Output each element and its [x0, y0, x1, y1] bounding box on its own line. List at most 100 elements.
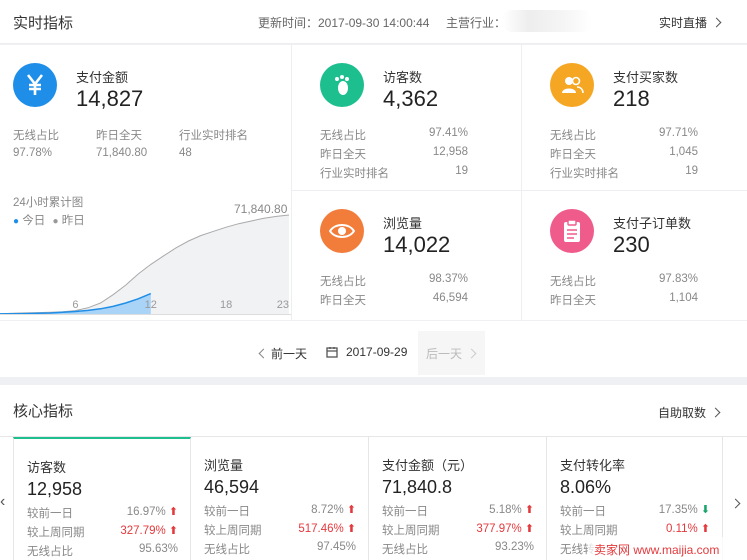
- row-label: 无线占比: [204, 544, 250, 556]
- stat-label: 昨日全天: [320, 295, 366, 307]
- row-value: 327.79%: [120, 525, 166, 537]
- stat-value: 1,104: [669, 292, 698, 304]
- core-card-value: 46,594: [204, 477, 260, 497]
- divider: [292, 190, 747, 191]
- row-value: 0.11%: [666, 523, 698, 535]
- core-card-name: 访客数: [27, 460, 67, 475]
- x-tick-label: 6: [72, 299, 78, 311]
- suborders-label: 支付子订单数: [613, 216, 692, 231]
- pay-amount-value: 14,827: [76, 86, 144, 111]
- chevron-left-icon: [258, 348, 269, 359]
- page-title: 实时指标: [13, 15, 74, 32]
- core-card-row: 较前一日 17.35% ⬇: [560, 503, 710, 519]
- stat-row: 昨日全天 1,104: [550, 292, 698, 311]
- core-card-row: 无线占比 97.45%: [204, 541, 356, 557]
- stat-label: 昨日全天: [550, 149, 596, 161]
- stat-row: 无线占比 98.37%: [320, 273, 468, 292]
- core-card-row: 较上周同期 327.79% ⬆: [27, 524, 178, 540]
- x-tick-label: 18: [220, 299, 232, 311]
- realtime-header: 实时指标 更新时间：2017-09-30 14:00:44 主营行业： 实时直播: [0, 0, 747, 44]
- stat-value: 46,594: [432, 292, 468, 304]
- stat-label: 行业实时排名: [320, 168, 389, 180]
- self-fetch-label: 自助取数: [658, 406, 707, 420]
- live-label: 实时直播: [659, 16, 708, 30]
- row-label: 较前一日: [27, 508, 73, 520]
- stat-label: 无线占比: [550, 276, 596, 288]
- row-label: 较上周同期: [204, 525, 262, 537]
- arrow-down-icon: ⬇: [700, 504, 710, 516]
- visitors-value: 4,362: [383, 86, 439, 111]
- stat-label: 昨日全天: [96, 130, 142, 142]
- core-card-value: 71,840.8: [382, 477, 453, 497]
- carousel-prev-icon[interactable]: ‹: [0, 493, 5, 511]
- row-label: 较前一日: [560, 506, 606, 518]
- core-card[interactable]: 访客数 12,958 较前一日 16.97% ⬆ 较上周同期 327.79% ⬆ 无…: [13, 437, 191, 560]
- core-card-name: 浏览量: [204, 458, 244, 473]
- stat-value: 97.71%: [658, 127, 698, 139]
- pay-amount-block: [13, 63, 57, 107]
- divider: [291, 45, 292, 320]
- row-value: 5.18%: [489, 504, 522, 516]
- pageviews-label: 浏览量: [383, 216, 423, 231]
- stat-row: 无线占比 97.83%: [550, 273, 698, 292]
- core-card[interactable]: 浏览量 46,594 较前一日 8.72% ⬆ 较上周同期 517.46% ⬆ 无线…: [191, 437, 369, 560]
- core-card-value: 12,958: [27, 479, 83, 499]
- stat-label: 无线占比: [320, 276, 366, 288]
- update-time: 更新时间：2017-09-30 14:00:44: [258, 16, 430, 30]
- self-fetch-button[interactable]: 自助取数: [658, 404, 721, 421]
- eye-icon: [320, 209, 364, 253]
- core-card-row: 较上周同期 377.97% ⬆: [382, 522, 534, 538]
- footprint-icon: [320, 63, 364, 107]
- chevron-right-icon: [466, 348, 477, 359]
- blurred-industry: [502, 10, 592, 32]
- yuan-icon: [13, 63, 57, 107]
- core-card[interactable]: 支付金额（元） 71,840.8 较前一日 5.18% ⬆ 较上周同期 377.9…: [369, 437, 547, 560]
- live-button[interactable]: 实时直播: [659, 14, 722, 31]
- watermark: 卖家网 www.maijia.com: [588, 537, 747, 560]
- date-picker[interactable]: 2017-09-29: [326, 345, 407, 359]
- row-value: 8.72%: [311, 504, 344, 516]
- row-label: 无线占比: [27, 546, 73, 558]
- stat-label: 行业实时排名: [179, 130, 248, 142]
- row-label: 较上周同期: [560, 525, 618, 537]
- row-value: 17.35%: [658, 504, 698, 516]
- x-tick-label: 23: [277, 299, 289, 311]
- visitors-label: 访客数: [383, 70, 423, 85]
- row-label: 较上周同期: [27, 527, 85, 539]
- stat-label: 无线占比: [320, 130, 366, 142]
- row-label: 较前一日: [204, 506, 250, 518]
- stat-value: 12,958: [432, 146, 468, 158]
- chevron-right-icon: [711, 17, 722, 28]
- buyers-value: 218: [613, 86, 650, 111]
- clipboard-icon: [550, 209, 594, 253]
- calendar-icon: [326, 347, 338, 358]
- stat-row: 昨日全天 46,594: [320, 292, 468, 311]
- core-card-name: 支付转化率: [560, 458, 626, 473]
- arrow-up-icon: ⬆: [524, 523, 534, 535]
- stat-value: 97.41%: [428, 127, 468, 139]
- industry-label: 主营行业：: [446, 16, 507, 30]
- stat-value: 97.83%: [658, 273, 698, 285]
- stat-label: 昨日全天: [550, 295, 596, 307]
- pageviews-value: 14,022: [383, 232, 451, 257]
- row-label: 较上周同期: [382, 525, 440, 537]
- stat-value: 48: [179, 147, 192, 159]
- row-value: 93.23%: [494, 541, 534, 553]
- stat-label: 行业实时排名: [550, 168, 619, 180]
- stat-label: 昨日全天: [320, 149, 366, 161]
- core-card-row: 无线占比 93.23%: [382, 541, 534, 557]
- prev-day-button[interactable]: 前一天: [258, 345, 307, 362]
- pageviews-stats: 无线占比 98.37% 昨日全天 46,594: [320, 273, 468, 311]
- stat-row: 行业实时排名 19: [550, 165, 698, 184]
- core-card-row: 较前一日 5.18% ⬆: [382, 503, 534, 519]
- core-card-value: 8.06%: [560, 477, 612, 497]
- stat-value: 1,045: [669, 146, 698, 158]
- next-day-button[interactable]: 后一天: [418, 331, 485, 375]
- row-label: 无线占比: [382, 544, 428, 556]
- suborders-value: 230: [613, 232, 650, 257]
- suborders-stats: 无线占比 97.83% 昨日全天 1,104: [550, 273, 698, 311]
- stat-value: 71,840.80: [96, 147, 148, 159]
- core-title: 核心指标: [13, 403, 74, 420]
- users-icon: [550, 63, 594, 107]
- visitors-stats: 无线占比 97.41% 昨日全天 12,958 行业实时排名 19: [320, 127, 468, 184]
